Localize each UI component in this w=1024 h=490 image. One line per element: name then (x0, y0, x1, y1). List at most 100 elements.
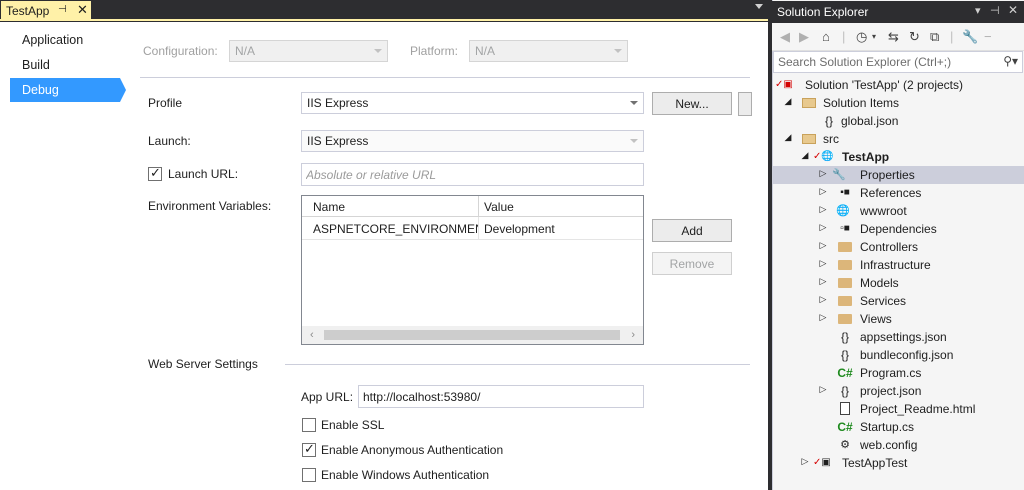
tree-item-solution[interactable]: ✓▣ Solution 'TestApp' (2 projects) (773, 76, 1024, 94)
tree-item-web-config[interactable]: ⚙ web.config (773, 436, 1024, 454)
tree-item-label: References (860, 186, 922, 200)
tree-item-bundleconfig-json[interactable]: {} bundleconfig.json (773, 346, 1024, 364)
tab-overflow-dropdown-icon[interactable] (755, 4, 763, 9)
test-project-icon: ✓▣ (813, 457, 831, 468)
collapsed-arrow-icon[interactable]: ▷ (818, 384, 828, 395)
nav-item-build[interactable]: Build (10, 53, 120, 77)
collapse-all-icon[interactable]: ⧉ (930, 29, 939, 45)
tree-item-program-cs[interactable]: C# Program.cs (773, 364, 1024, 382)
platform-select[interactable]: N/A (469, 40, 628, 62)
tree-item-solution-items[interactable]: ◢ Solution Items (773, 94, 1024, 112)
pin-icon[interactable]: ⊣ (990, 4, 1000, 17)
close-icon[interactable]: ✕ (1008, 3, 1018, 17)
windows-auth-checkbox[interactable] (302, 468, 316, 482)
expanded-arrow-icon[interactable]: ◢ (783, 132, 793, 143)
sync-with-document-icon[interactable]: ⇆ (888, 29, 899, 45)
forward-icon[interactable]: ▶ (799, 29, 809, 45)
tree-item-testapptest-project[interactable]: ▷ ✓▣ TestAppTest (773, 454, 1024, 472)
collapsed-arrow-icon[interactable]: ▷ (818, 186, 828, 197)
tree-item-project-readme[interactable]: Project_Readme.html (773, 400, 1024, 418)
scrollbar-thumb[interactable] (324, 330, 620, 340)
enable-ssl-checkbox[interactable] (302, 418, 316, 432)
json-file-icon: {} (840, 330, 849, 344)
scroll-right-icon[interactable]: › (631, 329, 635, 341)
environment-variables-grid[interactable]: Name Value ASPNETCORE_ENVIRONMENT Develo… (301, 195, 644, 345)
tree-item-models[interactable]: ▷ Models (773, 274, 1024, 292)
tree-item-services[interactable]: ▷ Services (773, 292, 1024, 310)
collapsed-arrow-icon[interactable]: ▷ (800, 456, 810, 467)
add-env-var-button[interactable]: Add (652, 219, 732, 242)
collapsed-arrow-icon[interactable]: ▷ (818, 168, 828, 179)
tree-item-label: project.json (860, 384, 922, 398)
collapsed-arrow-icon[interactable]: ▷ (818, 204, 828, 215)
collapsed-arrow-icon[interactable]: ▷ (818, 276, 828, 287)
scroll-left-icon[interactable]: ‹ (310, 329, 314, 341)
tree-item-properties[interactable]: ▷ 🔧 Properties (773, 166, 1024, 184)
solution-tree: ✓▣ Solution 'TestApp' (2 projects) ◢ Sol… (773, 76, 1024, 490)
nav-item-debug[interactable]: Debug (10, 78, 126, 102)
refresh-icon[interactable]: ↻ (909, 29, 920, 45)
launch-select[interactable]: IIS Express (301, 130, 644, 152)
nav-item-application[interactable]: Application (10, 28, 120, 52)
tree-item-testapp-project[interactable]: ◢ ✓🌐 TestApp (773, 148, 1024, 166)
tree-item-label: Solution 'TestApp' (2 projects) (805, 78, 963, 92)
tree-item-dependencies[interactable]: ▷ ▫■ Dependencies (773, 220, 1024, 238)
column-header-name[interactable]: Name (308, 196, 479, 217)
tree-item-src[interactable]: ◢ src (773, 130, 1024, 148)
new-profile-button[interactable]: New... (652, 92, 732, 115)
json-file-icon: {} (840, 384, 849, 398)
search-icon[interactable]: ⚲▾ (1003, 54, 1018, 68)
table-row[interactable]: ASPNETCORE_ENVIRONMENT Development (302, 217, 643, 240)
configuration-select[interactable]: N/A (229, 40, 388, 62)
chevron-down-icon[interactable]: ▾ (872, 29, 876, 45)
preview-selected-items-icon[interactable]: − (984, 29, 992, 45)
expanded-arrow-icon[interactable]: ◢ (783, 96, 793, 107)
tree-item-infrastructure[interactable]: ▷ Infrastructure (773, 256, 1024, 274)
platform-value: N/A (475, 44, 496, 58)
close-tab-icon[interactable]: ✕ (77, 2, 88, 18)
solution-icon: ✓▣ (775, 79, 793, 90)
expanded-arrow-icon[interactable]: ◢ (800, 150, 810, 161)
env-var-name-cell[interactable]: ASPNETCORE_ENVIRONMENT (308, 217, 479, 240)
tree-item-views[interactable]: ▷ Views (773, 310, 1024, 328)
collapsed-arrow-icon[interactable]: ▷ (818, 240, 828, 251)
csharp-file-icon: C# (837, 366, 853, 380)
properties-wrench-icon[interactable]: 🔧 (962, 29, 978, 45)
tree-item-references[interactable]: ▷ ▪■ References (773, 184, 1024, 202)
tree-item-startup-cs[interactable]: C# Startup.cs (773, 418, 1024, 436)
document-tab-testapp[interactable]: TestApp ⊣ ✕ (1, 1, 91, 21)
launch-url-checkbox[interactable]: ✓ (148, 165, 162, 181)
delete-profile-button[interactable] (738, 92, 752, 116)
document-tab-title: TestApp (6, 4, 50, 18)
remove-env-var-button[interactable]: Remove (652, 252, 732, 275)
collapsed-arrow-icon[interactable]: ▷ (818, 312, 828, 323)
launch-url-field[interactable] (301, 163, 644, 186)
home-icon[interactable]: ⌂ (822, 29, 830, 45)
app-url-field[interactable] (358, 385, 644, 408)
window-menu-icon[interactable]: ▾ (975, 4, 981, 17)
horizontal-scrollbar[interactable]: ‹ › (302, 326, 643, 344)
anonymous-auth-checkbox[interactable]: ✓ (302, 441, 316, 457)
tree-item-controllers[interactable]: ▷ Controllers (773, 238, 1024, 256)
collapsed-arrow-icon[interactable]: ▷ (818, 258, 828, 269)
csharp-file-icon: C# (837, 420, 853, 434)
wrench-icon: 🔧 (832, 169, 846, 181)
launch-url-input[interactable] (306, 168, 643, 182)
solution-explorer-search[interactable]: Search Solution Explorer (Ctrl+;) ⚲▾ (773, 51, 1023, 73)
pending-changes-filter-icon[interactable]: ◷ (856, 29, 867, 45)
folder-icon (801, 95, 817, 111)
tree-item-wwwroot[interactable]: ▷ 🌐 wwwroot (773, 202, 1024, 220)
tree-item-label: Dependencies (860, 222, 937, 236)
env-var-value-cell[interactable]: Development (479, 217, 643, 240)
folder-icon (837, 275, 853, 291)
tree-item-global-json[interactable]: {} global.json (773, 112, 1024, 130)
collapsed-arrow-icon[interactable]: ▷ (818, 222, 828, 233)
collapsed-arrow-icon[interactable]: ▷ (818, 294, 828, 305)
pin-tab-icon[interactable]: ⊣ (58, 4, 67, 15)
app-url-input[interactable] (363, 390, 643, 404)
tree-item-project-json[interactable]: ▷ {} project.json (773, 382, 1024, 400)
tree-item-appsettings-json[interactable]: {} appsettings.json (773, 328, 1024, 346)
back-icon[interactable]: ◀ (780, 29, 790, 45)
profile-select[interactable]: IIS Express (301, 92, 644, 114)
column-header-value[interactable]: Value (479, 196, 643, 217)
